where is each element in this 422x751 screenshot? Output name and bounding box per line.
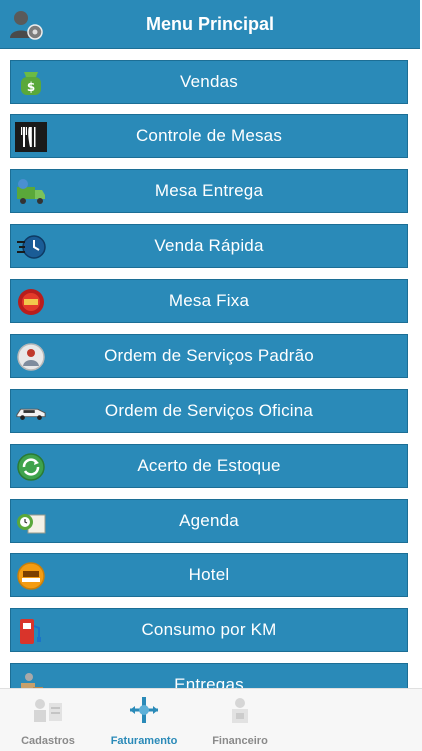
menu-item-acerto-de-estoque[interactable]: Acerto de Estoque	[10, 444, 408, 488]
menu-item-mesa-fixa[interactable]: Mesa Fixa	[10, 279, 408, 323]
top-app-bar: Menu Principal	[0, 0, 420, 49]
billing-icon	[130, 697, 158, 723]
menu-item-label: Agenda	[179, 511, 239, 530]
menu-item-label: Acerto de Estoque	[137, 456, 281, 475]
menu-item-ordem-servicos-padrao[interactable]: Ordem de Serviços Padrão	[10, 334, 408, 378]
menu-item-vendas[interactable]: $ Vendas	[10, 60, 408, 104]
menu-item-hotel[interactable]: Hotel	[10, 553, 408, 597]
tab-faturamento[interactable]: Faturamento	[96, 689, 192, 751]
menu-item-mesa-entrega[interactable]: Mesa Entrega	[10, 169, 408, 213]
menu-item-label: Ordem de Serviços Padrão	[104, 346, 314, 365]
tab-cadastros[interactable]: Cadastros	[0, 689, 96, 751]
page-title: Menu Principal	[145, 14, 275, 34]
tab-label: Faturamento	[110, 735, 178, 747]
menu-item-consumo-por-km[interactable]: Consumo por KM	[10, 608, 408, 652]
tab-label: Cadastros	[21, 735, 75, 747]
menu-item-label: Hotel	[188, 565, 230, 584]
menu-item-label: Mesa Fixa	[168, 291, 250, 310]
finance-icon	[232, 698, 248, 723]
menu-item-label: Venda Rápida	[154, 236, 264, 255]
menu-item-label: Vendas	[180, 72, 238, 91]
menu-item-label: Consumo por KM	[141, 620, 277, 639]
menu-item-venda-rapida[interactable]: Venda Rápida	[10, 224, 408, 268]
tab-financeiro[interactable]: Financeiro	[192, 689, 288, 751]
registers-icon	[34, 699, 62, 722]
menu-item-entregas[interactable]: Entregas	[10, 663, 408, 688]
menu-item-label: Entregas	[174, 675, 244, 688]
menu-item-label: Mesa Entrega	[154, 181, 264, 200]
menu-item-agenda[interactable]: Agenda	[10, 499, 408, 543]
tab-label: Financeiro	[212, 735, 268, 747]
bottom-tab-bar: Cadastros Faturamento Financeiro	[0, 688, 422, 751]
menu-item-label: Controle de Mesas	[135, 126, 283, 145]
menu-item-controle-de-mesas[interactable]: Controle de Mesas	[10, 114, 408, 158]
menu-item-label: Ordem de Serviços Oficina	[104, 401, 314, 420]
main-menu: $ Vendas Controle de Mesas Mesa Entrega …	[0, 48, 422, 688]
menu-item-ordem-servicos-oficina[interactable]: Ordem de Serviços Oficina	[10, 389, 408, 433]
